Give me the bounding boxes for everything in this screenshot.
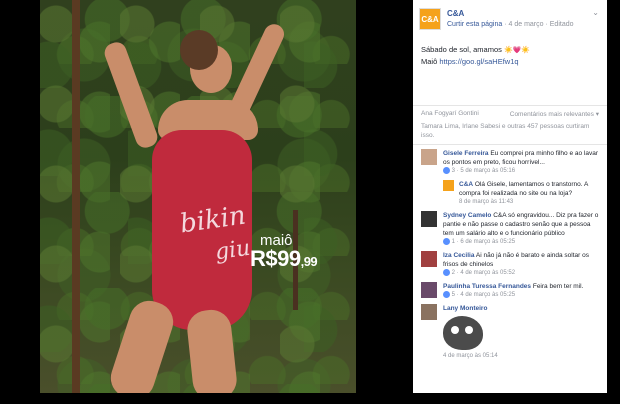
page-name-link[interactable]: C&A — [447, 9, 464, 18]
reply-author[interactable]: C&A — [459, 181, 473, 188]
post-link[interactable]: https://goo.gl/saHEfw1q — [439, 57, 518, 66]
avatar[interactable] — [421, 304, 437, 321]
comment-sort-dropdown[interactable]: Comentários mais relevantes ▾ — [510, 110, 599, 118]
comment-body: Gisele Ferreira Eu comprei pra minho fil… — [443, 149, 599, 175]
comment: Lany Monteiro 4 de março às 05:14 — [421, 304, 599, 360]
comment-body: Iza Cecilia Ai não já não é barato e ain… — [443, 251, 599, 277]
comment-author[interactable]: Sydney Camelo — [443, 212, 491, 219]
comment-meta: 2 · 4 de março às 05:52 — [443, 269, 599, 277]
chevron-down-icon[interactable]: ⌄ — [592, 8, 599, 17]
commenter-preview[interactable]: Ana Fogyarí Gontini — [421, 110, 479, 117]
comment-body: Sydney Camelo C&A só engravidou... Diz p… — [443, 211, 599, 246]
avatar[interactable] — [421, 282, 437, 299]
model-hair — [180, 30, 218, 70]
post-side-panel: C&A C&A Curtir esta página · 4 de março … — [413, 0, 607, 393]
post-text-line2: Maiô https://goo.gl/saHEfw1q — [421, 56, 599, 67]
page-avatar[interactable]: C&A — [419, 8, 441, 30]
price-main: R$99 — [250, 246, 301, 271]
reply-body: C&A Olá Gisele, lamentamos o transtorno.… — [459, 180, 599, 206]
swimsuit-print-line2: giu — [213, 235, 252, 266]
comment-meta[interactable]: 4 de março às 05:14 — [443, 352, 599, 360]
post-text-prefix: Maiô — [421, 57, 438, 66]
post-text: Sábado de sol, amamos ☀️💗☀️ Maiô https:/… — [413, 38, 607, 67]
post-meta: Curtir esta página · 4 de março · Editad… — [447, 21, 574, 28]
post-header: C&A C&A Curtir esta página · 4 de março … — [413, 0, 607, 38]
comment-meta-text[interactable]: 3 · 5 de março às 05:16 — [452, 168, 515, 174]
sun-heart-emoji: ☀️💗☀️ — [503, 47, 531, 54]
comment-author[interactable]: Paulinha Turessa Fernandes — [443, 283, 531, 290]
comment-meta-text[interactable]: 5 · 4 de março às 05:25 — [452, 292, 515, 298]
comment-meta: 3 · 5 de março às 05:16 — [443, 167, 599, 175]
shower-pole — [72, 0, 80, 393]
comment: Gisele Ferreira Eu comprei pra minho fil… — [421, 149, 599, 175]
like-badge-icon — [443, 167, 450, 174]
avatar[interactable] — [443, 180, 454, 192]
price-cents: ,99 — [300, 254, 318, 269]
edited-label: Editado — [549, 21, 574, 28]
post-photo[interactable]: bikin giu maiô R$99,99 — [40, 0, 356, 393]
avatar[interactable] — [421, 149, 437, 165]
avatar[interactable] — [421, 251, 437, 268]
comment-meta-text[interactable]: 1 · 6 de março às 05:25 — [452, 239, 515, 245]
comment: Iza Cecilia Ai não já não é barato e ain… — [421, 251, 599, 277]
post-date[interactable]: 4 de março — [509, 21, 544, 28]
comment: Paulinha Turessa Fernandes Feira bem ter… — [421, 282, 599, 299]
comment-body: Lany Monteiro — [443, 304, 599, 313]
comment-meta: 5 · 4 de março às 05:25 — [443, 291, 599, 299]
reply-meta[interactable]: 8 de março às 11:43 — [459, 198, 599, 206]
divider — [413, 105, 607, 106]
like-badge-icon — [443, 238, 450, 246]
comment-meta: 1 · 6 de março às 05:25 — [443, 238, 599, 246]
comments-list: Gisele Ferreira Eu comprei pra minho fil… — [413, 145, 607, 360]
reply: C&A Olá Gisele, lamentamos o transtorno.… — [443, 180, 599, 206]
comment-author[interactable]: Lany Monteiro — [443, 305, 487, 312]
post-text-line1: Sábado de sol, amamos ☀️💗☀️ — [421, 44, 599, 56]
comment: Sydney Camelo C&A só engravidou... Diz p… — [421, 211, 599, 246]
comment-author[interactable]: Iza Cecilia — [443, 252, 474, 259]
like-badge-icon — [443, 291, 450, 299]
like-page-link[interactable]: Curtir esta página — [447, 21, 502, 28]
cat-sticker-icon — [443, 316, 483, 351]
comment-meta-text[interactable]: 2 · 4 de março às 05:52 — [452, 270, 515, 276]
likes-summary[interactable]: Tamara Lima, Irlane Sabesi e outras 457 … — [413, 122, 607, 140]
comment-body: Paulinha Turessa Fernandes Feira bem ter… — [443, 282, 599, 299]
product-price: R$99,99 — [250, 246, 318, 272]
like-badge-icon — [443, 269, 450, 277]
reply-text: Olá Gisele, lamentamos o transtorno. A c… — [459, 181, 588, 198]
comment-sort-bar: Ana Fogyarí Gontini Comentários mais rel… — [413, 110, 607, 122]
comment-text: Feira bem ter mil. — [532, 283, 584, 291]
comment-author[interactable]: Gisele Ferreira — [443, 150, 489, 157]
avatar[interactable] — [421, 211, 437, 228]
post-text-body: Sábado de sol, amamos — [421, 45, 502, 54]
